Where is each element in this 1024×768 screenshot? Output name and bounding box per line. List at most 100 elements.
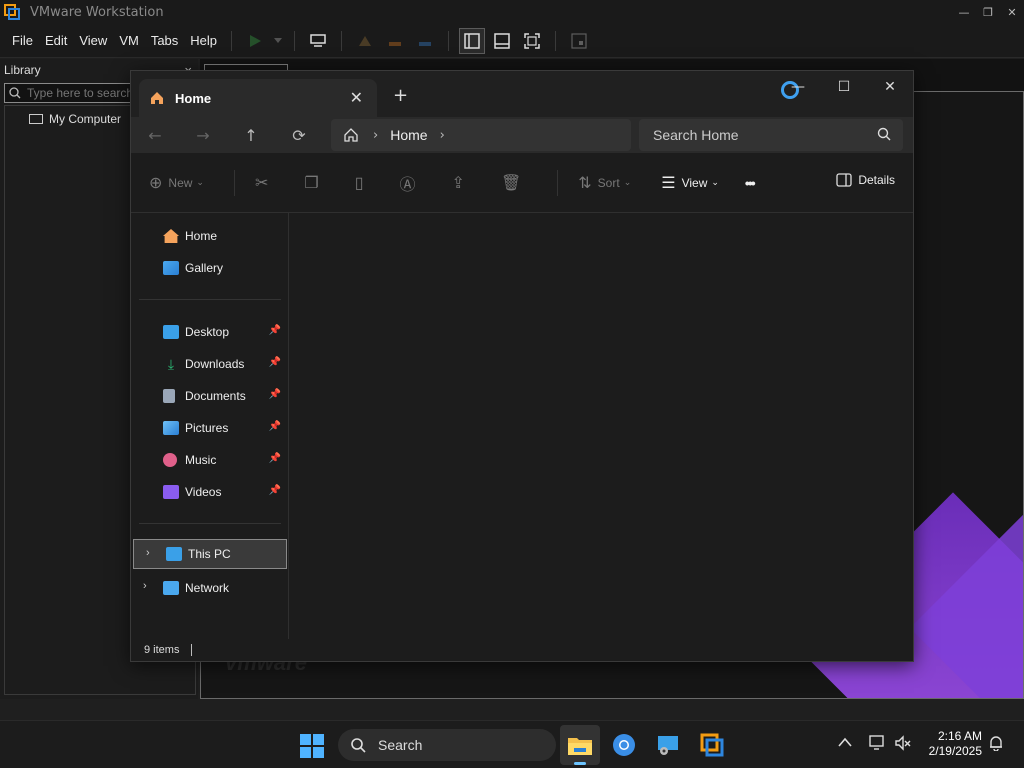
copy-button[interactable]: ❐ — [304, 173, 324, 193]
breadcrumb-home[interactable]: Home — [390, 127, 427, 143]
delete-button[interactable]: 🗑 — [501, 173, 527, 193]
taskbar-search[interactable]: Search — [338, 729, 556, 761]
unity-button[interactable] — [566, 28, 592, 54]
show-library-button[interactable] — [459, 27, 486, 54]
revert-icon — [389, 41, 402, 46]
library-title: Library — [4, 63, 41, 77]
maximize-button[interactable]: ❐ — [976, 0, 1000, 24]
search-icon — [351, 738, 366, 753]
nav-item-pictures[interactable]: Pictures 📌 — [131, 413, 287, 443]
start-button[interactable] — [300, 734, 324, 758]
nav-item-videos[interactable]: Videos 📌 — [131, 477, 287, 507]
chevron-down-icon: ⌄ — [623, 177, 632, 187]
share-icon: ⇪ — [451, 174, 465, 192]
tab-close-icon[interactable]: ✕ — [350, 88, 363, 107]
nav-item-gallery[interactable]: Gallery — [131, 253, 287, 283]
cut-button[interactable]: ✂ — [255, 173, 274, 193]
nav-item-downloads[interactable]: ⤓ Downloads 📌 — [131, 349, 287, 379]
taskbar-vmware[interactable] — [692, 725, 732, 765]
show-hidden-icons-button[interactable] — [838, 735, 852, 751]
explorer-search-box[interactable]: Search Home — [639, 119, 903, 151]
search-icon — [9, 87, 21, 99]
item-count: 9 items — [144, 644, 180, 656]
power-on-button[interactable] — [242, 28, 268, 54]
taskbar-chrome[interactable] — [604, 725, 644, 765]
nav-item-music[interactable]: Music 📌 — [131, 445, 287, 475]
nav-item-desktop[interactable]: Desktop 📌 — [131, 317, 287, 347]
pin-icon[interactable]: 📌 — [269, 325, 281, 336]
keyboard-icon — [310, 33, 326, 47]
back-button[interactable]: ← — [131, 117, 179, 153]
nav-item-documents[interactable]: Documents 📌 — [131, 381, 287, 411]
videos-icon — [163, 485, 179, 499]
taskbar-file-explorer[interactable] — [560, 725, 600, 765]
chevron-right-icon[interactable]: › — [440, 128, 445, 143]
pin-icon[interactable]: 📌 — [269, 389, 281, 400]
pin-icon[interactable]: 📌 — [269, 453, 281, 464]
clipboard-icon: ▯ — [354, 174, 364, 192]
nav-item-this-pc[interactable]: › This PC — [133, 539, 287, 569]
menu-view[interactable]: View — [73, 33, 113, 48]
paste-button[interactable]: ▯ — [355, 173, 370, 193]
explorer-tab-home[interactable]: Home ✕ — [139, 79, 377, 117]
system-clock[interactable]: 2:16 AM 2/19/2025 — [929, 729, 982, 759]
taskbar-remote-app[interactable] — [648, 725, 688, 765]
status-bar: 9 items — [131, 639, 913, 661]
menu-tabs[interactable]: Tabs — [145, 33, 184, 48]
chevron-down-icon: ⌄ — [196, 177, 204, 187]
address-bar[interactable]: › Home › — [331, 119, 631, 151]
close-button[interactable]: ✕ — [1000, 0, 1024, 24]
pin-icon[interactable]: 📌 — [269, 357, 281, 368]
chevron-right-icon[interactable]: › — [146, 547, 150, 559]
menu-edit[interactable]: Edit — [39, 33, 73, 48]
pin-icon[interactable]: 📌 — [269, 485, 281, 496]
explorer-close-button[interactable]: ✕ — [867, 71, 913, 103]
new-button[interactable]: ⊕ New ⌄ — [149, 173, 204, 193]
gallery-icon — [163, 261, 179, 275]
snapshot-manager-icon — [419, 41, 432, 46]
view-button[interactable]: ☰ View ⌄ — [661, 173, 719, 193]
new-tab-button[interactable]: + — [393, 85, 408, 106]
show-thumbnail-bar-button[interactable] — [489, 28, 515, 54]
toolbar-divider — [231, 30, 233, 51]
explorer-minimize-button[interactable]: — — [775, 71, 821, 103]
menu-help[interactable]: Help — [184, 33, 223, 48]
menu-file[interactable]: File — [6, 33, 39, 48]
rename-button[interactable]: Ⓐ — [400, 171, 422, 195]
computer-icon — [29, 114, 43, 124]
snapshot-manager-button[interactable] — [412, 28, 438, 54]
network-status-button[interactable] — [868, 735, 886, 755]
refresh-button[interactable]: ⟳ — [275, 117, 323, 153]
play-icon — [250, 34, 262, 47]
tab-title: Home — [175, 90, 212, 106]
power-dropdown-button[interactable] — [272, 28, 284, 54]
share-button[interactable]: ⇪ — [452, 173, 471, 193]
scissors-icon: ✂ — [254, 174, 269, 192]
chevron-right-icon[interactable]: › — [143, 580, 147, 592]
pin-icon[interactable]: 📌 — [269, 421, 281, 432]
clock-date: 2/19/2025 — [928, 744, 982, 758]
trash-icon: 🗑 — [500, 174, 522, 192]
volume-button[interactable] — [894, 735, 912, 755]
full-screen-button[interactable] — [519, 28, 545, 54]
send-ctrl-alt-del-button[interactable] — [305, 28, 331, 54]
nav-item-network[interactable]: › Network — [131, 573, 287, 603]
network-icon — [163, 581, 179, 595]
forward-button[interactable]: → — [179, 117, 227, 153]
home-icon — [163, 229, 179, 243]
up-button[interactable]: ↑ — [227, 117, 275, 153]
file-explorer-window: Home ✕ + — ☐ ✕ ← → ↑ ⟳ › Home › Search H… — [130, 70, 914, 662]
minimize-button[interactable]: — — [952, 0, 976, 24]
pictures-icon — [163, 421, 179, 435]
volume-muted-icon — [895, 735, 911, 751]
nav-item-home[interactable]: Home — [131, 221, 287, 251]
sort-button[interactable]: ⇅ Sort ⌄ — [578, 173, 631, 193]
menu-vm[interactable]: VM — [113, 33, 145, 48]
explorer-maximize-button[interactable]: ☐ — [821, 71, 867, 103]
details-pane-button[interactable]: Details — [836, 173, 895, 187]
revert-snapshot-button[interactable] — [382, 28, 408, 54]
search-icon — [877, 127, 891, 141]
snapshot-button[interactable] — [352, 28, 378, 54]
more-options-button[interactable]: ••• — [745, 175, 756, 191]
notifications-button[interactable] — [988, 735, 1004, 755]
